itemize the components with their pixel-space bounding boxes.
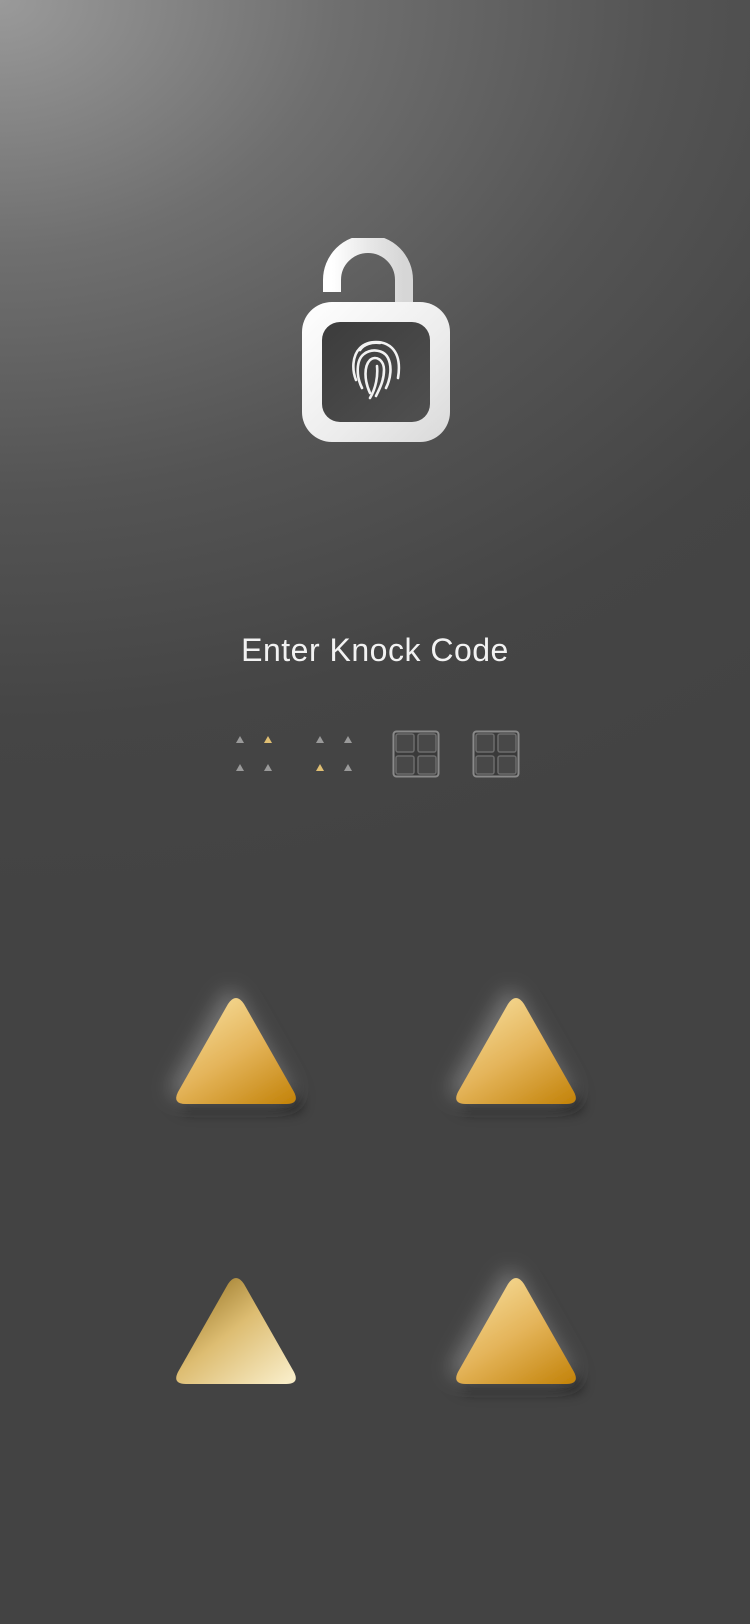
knock-pad-bottom-left[interactable] bbox=[174, 1278, 298, 1386]
code-slot-entered bbox=[308, 728, 360, 780]
code-progress-indicator bbox=[0, 728, 750, 780]
knock-pad-top-right[interactable] bbox=[454, 998, 578, 1106]
code-slot-entered bbox=[228, 728, 280, 780]
knock-pad-top-left[interactable] bbox=[174, 998, 298, 1106]
page-title: Enter Knock Code bbox=[241, 632, 509, 668]
knock-pad-bottom-right[interactable] bbox=[454, 1278, 578, 1386]
quadrant-grid-icon bbox=[472, 730, 520, 778]
quadrant-grid-icon bbox=[392, 730, 440, 778]
fingerprint-padlock-icon[interactable] bbox=[300, 235, 452, 446]
